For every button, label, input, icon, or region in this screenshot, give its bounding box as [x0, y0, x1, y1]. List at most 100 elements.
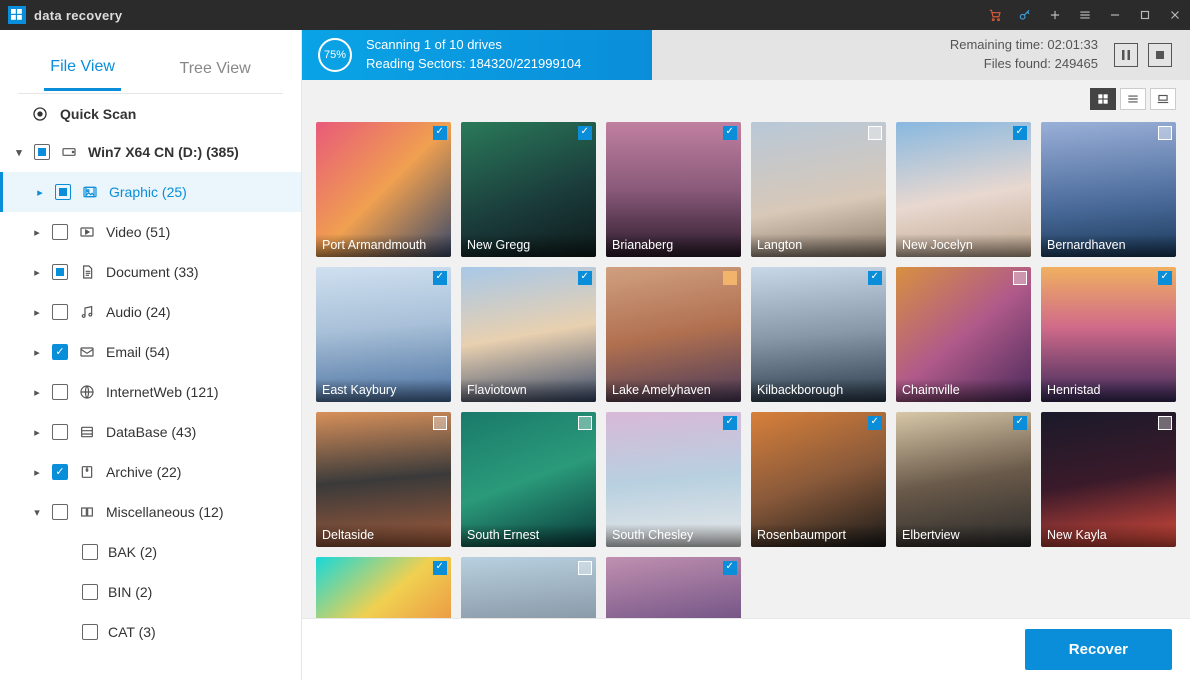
thumbnail-checkbox[interactable]: [1013, 126, 1027, 140]
drive-checkbox[interactable]: [34, 144, 50, 160]
thumbnail-checkbox[interactable]: [578, 416, 592, 430]
tree-checkbox[interactable]: [82, 624, 98, 640]
thumbnail[interactable]: Chaimville: [896, 267, 1031, 402]
tree-item-audio[interactable]: ▸Audio (24): [0, 292, 301, 332]
view-detail-button[interactable]: [1150, 88, 1176, 110]
thumbnail[interactable]: [316, 557, 451, 618]
thumbnail-checkbox[interactable]: [1158, 126, 1172, 140]
thumbnail[interactable]: Langton: [751, 122, 886, 257]
thumbnail[interactable]: East Kaybury: [316, 267, 451, 402]
chevron-icon: ▸: [32, 426, 42, 439]
view-list-button[interactable]: [1120, 88, 1146, 110]
thumbnail[interactable]: New Gregg: [461, 122, 596, 257]
scan-line-2: Reading Sectors: 184320/221999104: [366, 55, 581, 74]
plus-icon[interactable]: [1040, 0, 1070, 30]
thumbnail-checkbox[interactable]: [868, 271, 882, 285]
tree-checkbox[interactable]: [52, 264, 68, 280]
thumbnail[interactable]: [606, 557, 741, 618]
cart-icon[interactable]: [980, 0, 1010, 30]
thumbnail[interactable]: South Chesley: [606, 412, 741, 547]
tree-subitem[interactable]: BAK (2): [0, 532, 301, 572]
menu-icon[interactable]: [1070, 0, 1100, 30]
tree-item-archive[interactable]: ▸Archive (22): [0, 452, 301, 492]
tree-checkbox[interactable]: [52, 344, 68, 360]
view-grid-button[interactable]: [1090, 88, 1116, 110]
tree-checkbox[interactable]: [82, 544, 98, 560]
thumbnail[interactable]: South Ernest: [461, 412, 596, 547]
scan-percent: 75%: [318, 38, 352, 72]
thumbnail-checkbox[interactable]: [1013, 416, 1027, 430]
thumbnail-caption: Kilbackborough: [751, 379, 886, 402]
tree-item-document[interactable]: ▸Document (33): [0, 252, 301, 292]
database-icon: [78, 423, 96, 441]
tree-subitem[interactable]: BIN (2): [0, 572, 301, 612]
thumbnail[interactable]: New Jocelyn: [896, 122, 1031, 257]
tree-item-database[interactable]: ▸DataBase (43): [0, 412, 301, 452]
thumbnail-checkbox[interactable]: [578, 126, 592, 140]
thumbnail-checkbox[interactable]: [1158, 416, 1172, 430]
tree-checkbox[interactable]: [52, 424, 68, 440]
thumbnail[interactable]: Port Armandmouth: [316, 122, 451, 257]
tree-item-misc[interactable]: ▾Miscellaneous (12): [0, 492, 301, 532]
minimize-icon[interactable]: [1100, 0, 1130, 30]
thumbnail[interactable]: Lake Amelyhaven: [606, 267, 741, 402]
tree-checkbox[interactable]: [52, 464, 68, 480]
thumbnail-checkbox[interactable]: [868, 416, 882, 430]
tree-checkbox[interactable]: [52, 304, 68, 320]
thumbnail[interactable]: Bernardhaven: [1041, 122, 1176, 257]
thumbnail-caption: Lake Amelyhaven: [606, 379, 741, 402]
maximize-icon[interactable]: [1130, 0, 1160, 30]
tree-checkbox[interactable]: [52, 504, 68, 520]
thumbnail-checkbox[interactable]: [578, 271, 592, 285]
thumbnail-checkbox[interactable]: [433, 416, 447, 430]
tree-drive-row[interactable]: ▾ Win7 X64 CN (D:) (385): [0, 132, 301, 172]
thumbnail[interactable]: Deltaside: [316, 412, 451, 547]
archive-icon: [78, 463, 96, 481]
thumbnail[interactable]: Kilbackborough: [751, 267, 886, 402]
thumbnail-scroll[interactable]: Port ArmandmouthNew GreggBrianaberg Langt…: [302, 118, 1190, 618]
thumbnail[interactable]: Rosenbaumport: [751, 412, 886, 547]
tree-item-label: Graphic (25): [109, 184, 187, 200]
remaining-time: Remaining time: 02:01:33: [950, 36, 1098, 55]
thumbnail-checkbox[interactable]: [723, 561, 737, 575]
thumbnail-checkbox[interactable]: [1013, 271, 1027, 285]
thumbnail-checkbox[interactable]: [723, 416, 737, 430]
recover-button[interactable]: Recover: [1025, 629, 1172, 670]
tree-item-image[interactable]: ▸ Graphic (25): [0, 172, 301, 212]
tree-item-web[interactable]: ▸InternetWeb (121): [0, 372, 301, 412]
thumbnail[interactable]: New Kayla: [1041, 412, 1176, 547]
thumbnail-checkbox[interactable]: [868, 126, 882, 140]
thumbnail[interactable]: Flaviotown: [461, 267, 596, 402]
thumbnail-caption: Langton: [751, 234, 886, 257]
thumbnail[interactable]: Brianaberg: [606, 122, 741, 257]
target-icon: [32, 106, 48, 122]
tree-checkbox[interactable]: [52, 224, 68, 240]
thumbnail-checkbox[interactable]: [723, 126, 737, 140]
quick-scan-row[interactable]: Quick Scan: [0, 94, 301, 132]
thumbnail[interactable]: Henristad: [1041, 267, 1176, 402]
tree-item-email[interactable]: ▸Email (54): [0, 332, 301, 372]
chevron-icon: ▸: [32, 386, 42, 399]
tree-subitem[interactable]: CAT (3): [0, 612, 301, 652]
tree-checkbox[interactable]: [52, 384, 68, 400]
thumbnail-checkbox[interactable]: [578, 561, 592, 575]
view-switcher: [302, 80, 1190, 118]
thumbnail[interactable]: Elbertview: [896, 412, 1031, 547]
key-icon[interactable]: [1010, 0, 1040, 30]
thumbnail-checkbox[interactable]: [723, 271, 737, 285]
tab-file-view[interactable]: File View: [44, 46, 121, 91]
tree-checkbox[interactable]: [55, 184, 71, 200]
chevron-icon: ▸: [35, 186, 45, 199]
tree-item-video[interactable]: ▸Video (51): [0, 212, 301, 252]
thumbnail-checkbox[interactable]: [433, 126, 447, 140]
tab-tree-view[interactable]: Tree View: [174, 48, 257, 90]
tree-checkbox[interactable]: [82, 584, 98, 600]
thumbnail-checkbox[interactable]: [1158, 271, 1172, 285]
chevron-icon: ▾: [32, 506, 42, 519]
thumbnail-checkbox[interactable]: [433, 271, 447, 285]
close-icon[interactable]: [1160, 0, 1190, 30]
stop-button[interactable]: [1148, 43, 1172, 67]
thumbnail-checkbox[interactable]: [433, 561, 447, 575]
thumbnail[interactable]: [461, 557, 596, 618]
pause-button[interactable]: [1114, 43, 1138, 67]
